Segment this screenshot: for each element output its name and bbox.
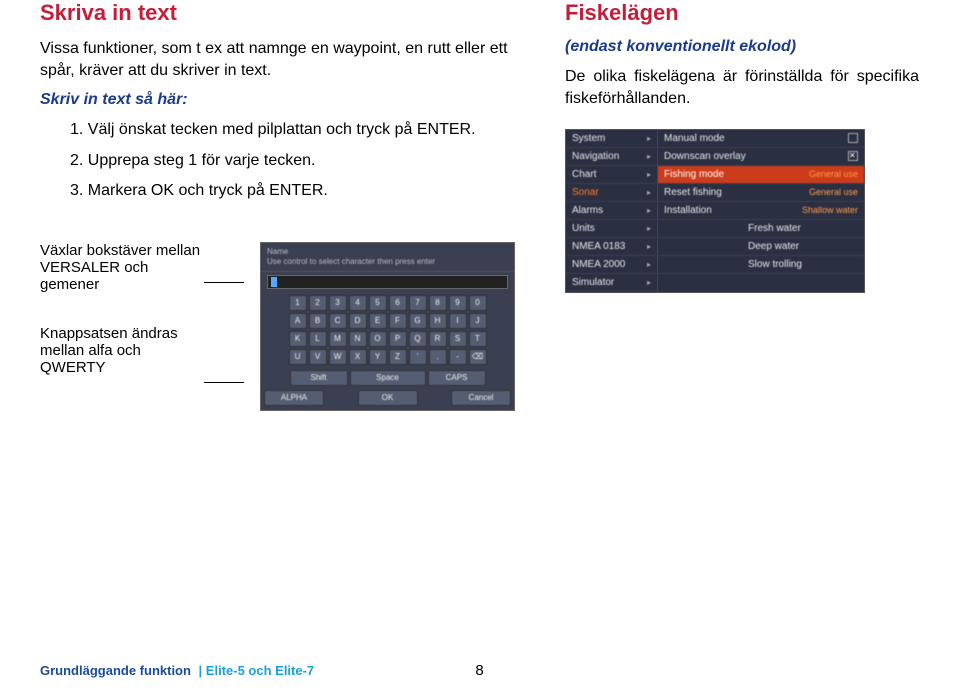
- kb-key: T: [469, 331, 487, 347]
- kb-key: E: [369, 313, 387, 329]
- keyboard-screenshot: Name Use control to select character the…: [260, 242, 515, 410]
- menu-item: Alarms▸: [566, 202, 657, 220]
- menu-item: NMEA 0183▸: [566, 238, 657, 256]
- menu-item: Reset fishingGeneral use: [658, 184, 864, 202]
- kb-key: S: [449, 331, 467, 347]
- kb-key: L: [309, 331, 327, 347]
- label-qwerty: Knappsatsen ändras mellan alfa och QWERT…: [40, 325, 210, 376]
- menu-item: NMEA 2000▸: [566, 256, 657, 274]
- kb-key: U: [289, 349, 307, 365]
- kb-key: 2: [309, 295, 327, 311]
- kb-key: F: [389, 313, 407, 329]
- page-number: 8: [475, 662, 483, 679]
- kb-key: .: [429, 349, 447, 365]
- kb-bottom-key: Cancel: [451, 390, 511, 406]
- connector-line: [204, 282, 244, 283]
- menu-item: InstallationShallow water: [658, 202, 864, 220]
- kb-key: R: [429, 331, 447, 347]
- kb-key: 0: [469, 295, 487, 311]
- kb-key: 8: [429, 295, 447, 311]
- kb-key: K: [289, 331, 307, 347]
- kb-key: ': [409, 349, 427, 365]
- kb-key: J: [469, 313, 487, 329]
- menu-item: Manual mode: [658, 130, 864, 148]
- kb-key: O: [369, 331, 387, 347]
- kb-hint: Use control to select character then pre…: [267, 257, 508, 267]
- kb-key: X: [349, 349, 367, 365]
- subhead-skriv: Skriv in text så här:: [40, 91, 515, 109]
- footer-section: Grundläggande funktion: [40, 663, 191, 678]
- kb-key: 3: [329, 295, 347, 311]
- menu-item: Fishing modeGeneral use: [658, 166, 864, 184]
- heading-skriva: Skriva in text: [40, 0, 515, 26]
- menu-item: Fresh water: [658, 220, 864, 238]
- menu-item: Simulator▸: [566, 274, 657, 292]
- kb-key: 6: [389, 295, 407, 311]
- kb-key: H: [429, 313, 447, 329]
- kb-key: Shift: [290, 370, 348, 386]
- kb-key: Z: [389, 349, 407, 365]
- kb-key: ⌫: [469, 349, 487, 365]
- kb-key: CAPS: [428, 370, 486, 386]
- kb-key: A: [289, 313, 307, 329]
- subhead-ekolod: (endast konventionellt ekolod): [565, 38, 919, 56]
- kb-key: G: [409, 313, 427, 329]
- kb-key: W: [329, 349, 347, 365]
- footer-model: | Elite-5 och Elite-7: [195, 663, 314, 678]
- kb-key: Q: [409, 331, 427, 347]
- menu-item: Deep water: [658, 238, 864, 256]
- kb-key: Y: [369, 349, 387, 365]
- kb-key: 5: [369, 295, 387, 311]
- step-2: 2. Upprepa steg 1 för varje tecken.: [70, 150, 515, 172]
- menu-item: Navigation▸: [566, 148, 657, 166]
- menu-item: Units▸: [566, 220, 657, 238]
- kb-key: V: [309, 349, 327, 365]
- kb-title: Name: [267, 247, 508, 257]
- kb-key: -: [449, 349, 467, 365]
- intro-text: Vissa funktioner, som t ex att namnge en…: [40, 38, 515, 81]
- menu-item: System▸: [566, 130, 657, 148]
- kb-key: I: [449, 313, 467, 329]
- kb-key: 9: [449, 295, 467, 311]
- menu-screenshot: System▸Navigation▸Chart▸Sonar▸Alarms▸Uni…: [565, 129, 865, 293]
- connector-line: [204, 382, 244, 383]
- kb-bottom-key: OK: [358, 390, 418, 406]
- kb-key: 1: [289, 295, 307, 311]
- kb-key: C: [329, 313, 347, 329]
- body-fiskelagen: De olika fiskelägena är förinställda för…: [565, 66, 919, 111]
- kb-key: P: [389, 331, 407, 347]
- kb-key: M: [329, 331, 347, 347]
- kb-cursor: [271, 277, 277, 287]
- kb-key: 7: [409, 295, 427, 311]
- label-caps: Växlar bokstäver mellan VERSALER och gem…: [40, 242, 210, 293]
- menu-item: Downscan overlay: [658, 148, 864, 166]
- page-footer: Grundläggande funktion | Elite-5 och Eli…: [40, 663, 919, 678]
- menu-item: Sonar▸: [566, 184, 657, 202]
- kb-key: B: [309, 313, 327, 329]
- kb-bottom-key: ALPHA: [264, 390, 324, 406]
- kb-key: D: [349, 313, 367, 329]
- kb-key: N: [349, 331, 367, 347]
- menu-item: Slow trolling: [658, 256, 864, 274]
- step-3: 3. Markera OK och tryck på ENTER.: [70, 180, 515, 202]
- step-1: 1. Välj önskat tecken med pilplattan och…: [70, 119, 515, 141]
- menu-item: Chart▸: [566, 166, 657, 184]
- kb-key: 4: [349, 295, 367, 311]
- kb-key: Space: [350, 370, 426, 386]
- heading-fiskelagen: Fiskelägen: [565, 0, 919, 26]
